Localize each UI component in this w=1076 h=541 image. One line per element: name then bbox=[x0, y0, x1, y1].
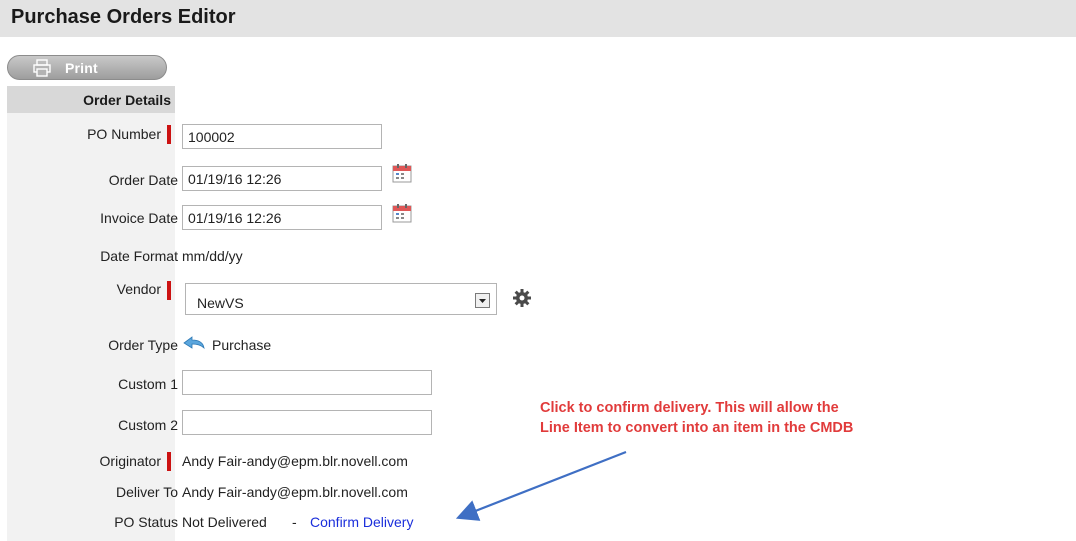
chevron-down-icon[interactable] bbox=[475, 293, 490, 308]
section-header: Order Details bbox=[7, 86, 175, 113]
custom1-label: Custom 1 bbox=[118, 376, 178, 392]
order-date-input[interactable] bbox=[182, 166, 382, 191]
calendar-icon[interactable] bbox=[392, 203, 412, 223]
order-type-value: Purchase bbox=[212, 337, 272, 353]
po-status-label: PO Status bbox=[114, 514, 178, 530]
required-marker bbox=[167, 125, 171, 144]
required-marker bbox=[167, 281, 171, 300]
print-button-label: Print bbox=[65, 60, 98, 76]
page-title: Purchase Orders Editor bbox=[11, 6, 236, 28]
po-number-label: PO Number bbox=[87, 126, 161, 142]
custom2-label: Custom 2 bbox=[118, 417, 178, 433]
deliver-to-label: Deliver To bbox=[116, 484, 178, 500]
vendor-selected-value: NewVS bbox=[197, 295, 244, 311]
annotation-line-1: Click to confirm delivery. This will all… bbox=[540, 400, 839, 416]
vendor-label: Vendor bbox=[116, 281, 161, 297]
originator-value: Andy Fair-andy@epm.blr.novell.com bbox=[182, 453, 408, 469]
print-button[interactable]: Print bbox=[7, 55, 167, 80]
custom1-input[interactable] bbox=[182, 370, 432, 395]
page-header: Purchase Orders Editor bbox=[0, 0, 1076, 37]
annotation-line-2: Line Item to convert into an item in the… bbox=[540, 420, 854, 436]
date-format-label: Date Format bbox=[100, 248, 178, 264]
po-number-input[interactable] bbox=[182, 124, 382, 149]
section-title: Order Details bbox=[83, 92, 171, 108]
custom2-input[interactable] bbox=[182, 410, 432, 435]
originator-label: Originator bbox=[99, 453, 161, 469]
vendor-select[interactable]: NewVS bbox=[185, 283, 497, 315]
order-type-label: Order Type bbox=[108, 337, 178, 353]
return-arrow-icon bbox=[183, 336, 205, 350]
date-format-value: mm/dd/yy bbox=[182, 248, 243, 264]
printer-icon bbox=[33, 59, 51, 77]
invoice-date-input[interactable] bbox=[182, 205, 382, 230]
required-marker bbox=[167, 452, 171, 471]
invoice-date-label: Invoice Date bbox=[100, 210, 178, 226]
calendar-icon[interactable] bbox=[392, 163, 412, 183]
annotation-arrow bbox=[455, 450, 627, 521]
deliver-to-value: Andy Fair-andy@epm.blr.novell.com bbox=[182, 484, 408, 500]
po-status-value: Not Delivered bbox=[182, 514, 267, 530]
label-column bbox=[7, 86, 175, 541]
po-status-separator: - bbox=[292, 514, 297, 530]
gear-icon[interactable] bbox=[512, 288, 532, 308]
confirm-delivery-link[interactable]: Confirm Delivery bbox=[310, 514, 413, 530]
order-date-label: Order Date bbox=[108, 172, 178, 188]
